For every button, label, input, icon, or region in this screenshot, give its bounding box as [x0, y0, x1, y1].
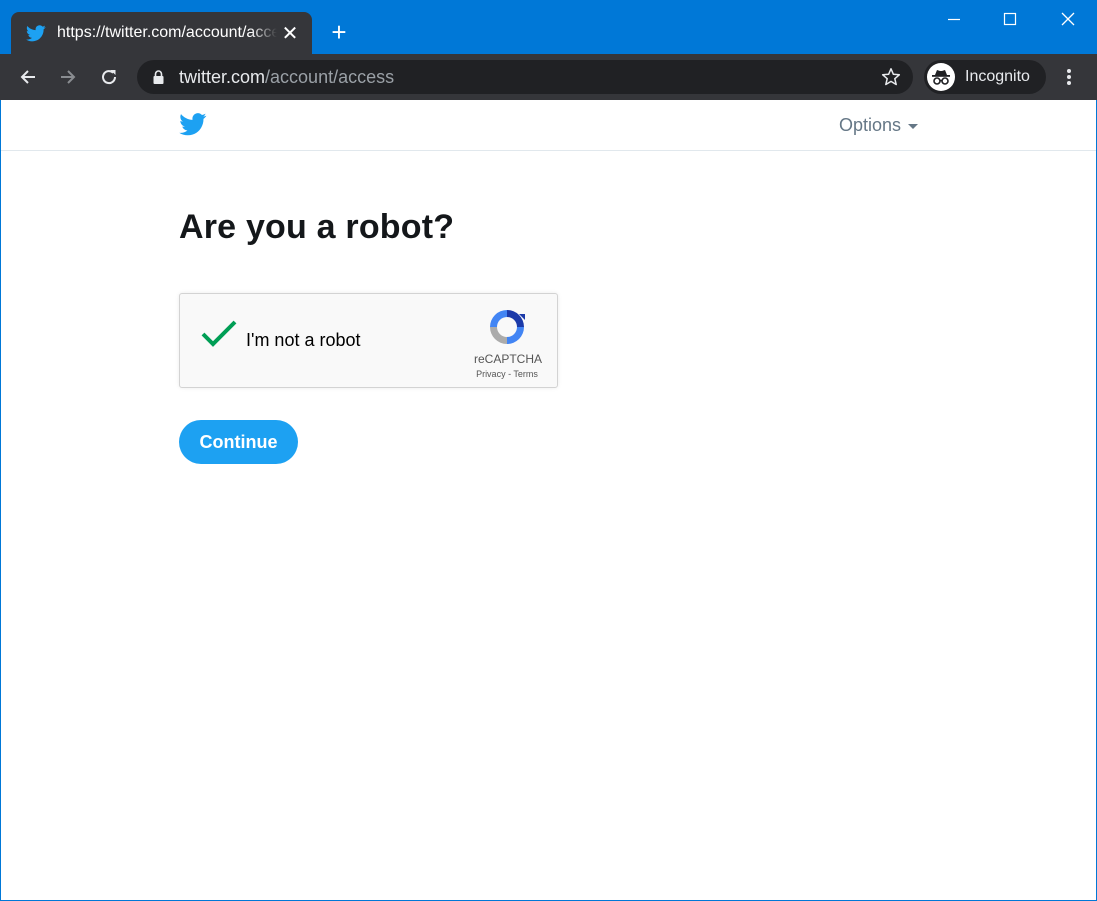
arrow-left-icon[interactable]: [13, 62, 43, 92]
close-icon[interactable]: [1039, 0, 1097, 38]
browser-window: https://twitter.com/account/access ✕ + t…: [0, 0, 1097, 901]
options-dropdown[interactable]: Options: [839, 115, 919, 136]
continue-button[interactable]: Continue: [179, 420, 298, 464]
tab-close-icon[interactable]: ✕: [280, 23, 300, 45]
terms-link[interactable]: Terms: [513, 369, 538, 379]
incognito-label: Incognito: [965, 68, 1030, 85]
twitter-bird-icon: [25, 22, 47, 44]
recaptcha-logo-icon: [486, 306, 528, 353]
options-label: Options: [839, 115, 902, 135]
minimize-icon[interactable]: [925, 0, 983, 38]
maximize-icon[interactable]: [981, 0, 1039, 38]
url-text[interactable]: twitter.com/account/access: [179, 67, 394, 88]
new-tab-button[interactable]: +: [326, 19, 352, 46]
browser-toolbar: twitter.com/account/access Incognito: [0, 54, 1097, 100]
checkmark-icon[interactable]: [200, 319, 238, 354]
address-bar[interactable]: twitter.com/account/access: [137, 60, 913, 94]
twitter-logo-icon[interactable]: [179, 113, 207, 141]
browser-tab[interactable]: https://twitter.com/account/access ✕: [11, 12, 312, 54]
recaptcha-brand: reCAPTCHA: [473, 352, 542, 366]
reload-icon[interactable]: [94, 62, 124, 92]
privacy-link[interactable]: Privacy: [476, 369, 506, 379]
lock-icon[interactable]: [153, 70, 164, 89]
kebab-menu-icon[interactable]: [1056, 62, 1082, 92]
star-icon[interactable]: [881, 67, 901, 92]
tab-title: https://twitter.com/account/access: [57, 24, 277, 41]
recaptcha-links: Privacy - Terms: [467, 369, 547, 379]
site-header: Options: [1, 100, 1096, 151]
incognito-indicator[interactable]: Incognito: [924, 60, 1046, 94]
page-content: Options Are you a robot? I'm not a robot…: [1, 100, 1096, 900]
arrow-right-icon[interactable]: [53, 62, 83, 92]
page-title: Are you a robot?: [179, 208, 455, 246]
url-path: /account/access: [265, 67, 395, 87]
incognito-icon: [927, 63, 955, 91]
recaptcha-widget: I'm not a robot reCAPTCHA Privacy - Term…: [179, 293, 558, 388]
title-bar: https://twitter.com/account/access ✕ +: [0, 0, 1097, 54]
url-host: twitter.com: [179, 67, 266, 87]
caret-down-icon: [908, 124, 919, 129]
recaptcha-label: I'm not a robot: [246, 330, 361, 350]
